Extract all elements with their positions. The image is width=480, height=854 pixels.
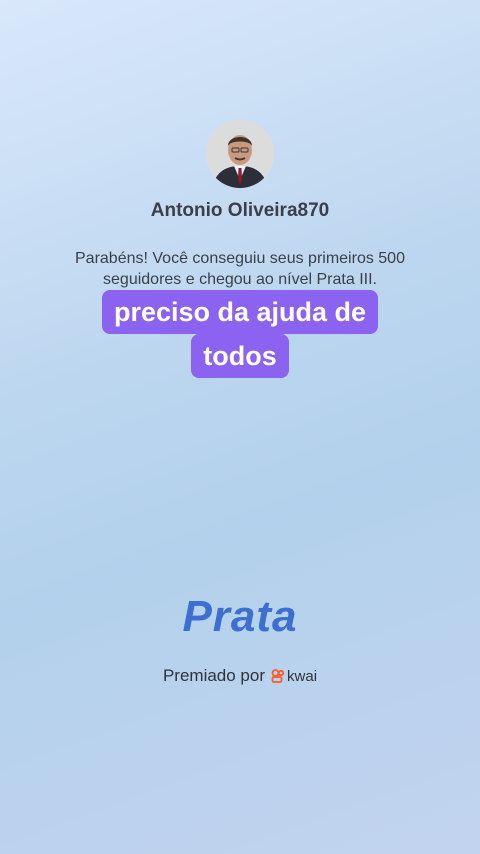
- achievement-message: Parabéns! Você conseguiu seus primeiros …: [75, 250, 405, 288]
- kwai-brand-text: kwai: [287, 667, 318, 685]
- kwai-brand: kwai: [271, 668, 317, 685]
- profile-username: Antonio Oliveira870: [150, 200, 330, 221]
- caption-line-2: todos: [191, 334, 289, 378]
- awarded-by-label: Premiado por: [162, 666, 266, 685]
- level-name-logo: Prata: [182, 592, 298, 641]
- caption-line-1: preciso da ajuda de: [101, 290, 379, 334]
- awarded-by: Premiado por kwai: [0, 666, 480, 686]
- user-avatar[interactable]: [206, 120, 274, 188]
- kwai-logo-icon: [271, 669, 285, 683]
- avatar-image: [206, 120, 274, 188]
- caption-overlay: preciso da ajuda de todos: [0, 290, 480, 378]
